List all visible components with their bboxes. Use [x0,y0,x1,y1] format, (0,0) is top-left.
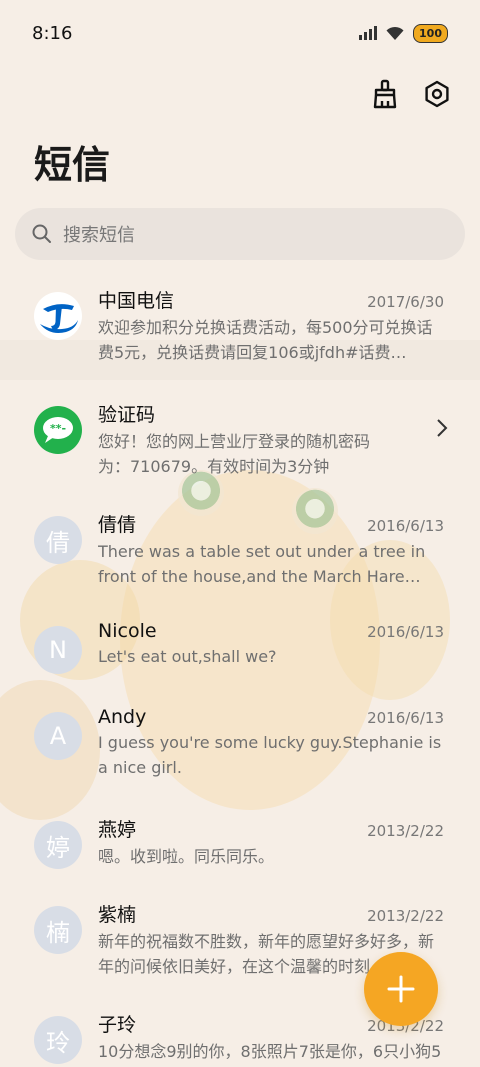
message-date: 2016/6/13 [367,709,444,727]
conversation-item[interactable]: 婷 燕婷 2013/2/22 嗯。收到啦。同乐同乐。 [0,803,480,888]
contact-avatar: 玲 [34,1016,82,1064]
status-time: 8:16 [32,22,73,44]
message-preview: There was a table set out under a tree i… [98,542,426,586]
message-date: 2013/2/22 [367,822,444,840]
message-date: 2016/6/13 [367,517,444,535]
message-preview: 欢迎参加积分兑换话费活动，每500分可兑换话费5元，兑换话费请回复106或jfd… [98,318,433,362]
conversation-item[interactable]: A Andy 2016/6/13 I guess you're some luc… [0,694,480,803]
message-date: 2013/2/22 [367,907,444,925]
china-telecom-logo [34,292,82,340]
sender-name: 倩倩 [98,514,137,536]
conversation-item[interactable]: 中国电信 2017/6/30 欢迎参加积分兑换话费活动，每500分可兑换话费5元… [0,278,480,388]
clean-broom-button[interactable] [368,77,402,111]
contact-avatar: 婷 [34,821,82,869]
message-preview: 嗯。收到啦。同乐同乐。 [98,847,275,866]
svg-text:**-: **- [50,422,66,435]
battery-indicator: 100 [413,23,448,43]
message-preview: 10分想念9别的你，8张照片7张是你，6只小狗5只像你，4根骨头3根归你，2瓜着… [98,1042,442,1061]
search-icon [32,224,51,243]
sender-name: 验证码 [98,404,156,426]
message-date: 2017/6/30 [367,293,444,311]
sender-name: 子玲 [98,1014,137,1036]
chevron-right-icon [437,419,448,437]
message-preview: Let's eat out,shall we? [98,647,277,666]
message-preview: I guess you're some lucky guy.Stephanie … [98,733,442,777]
settings-button[interactable] [420,77,454,111]
page-title: 短信 [34,143,111,187]
message-code-icon: **- [34,406,82,454]
status-bar: 8:16 100 [0,0,480,66]
new-message-button[interactable] [364,952,438,1026]
plus-icon [387,975,415,1003]
conversation-item[interactable]: 倩 倩倩 2016/6/13 There was a table set out… [0,498,480,608]
sender-name: Nicole [98,620,157,642]
message-preview: 您好！您的网上营业厅登录的随机密码为：710679。有效时间为3分钟 [98,432,371,476]
sender-name: Andy [98,706,147,728]
contact-avatar: N [34,626,82,674]
search-bar[interactable]: 搜索短信 [15,208,465,260]
message-date: 2016/6/13 [367,623,444,641]
gear-icon [425,80,449,108]
signal-icon [359,26,378,40]
search-placeholder: 搜索短信 [63,225,135,246]
broom-icon [373,79,397,109]
sender-name: 燕婷 [98,819,137,841]
contact-avatar: 楠 [34,906,82,954]
wifi-icon [386,26,404,40]
conversation-list: 中国电信 2017/6/30 欢迎参加积分兑换话费活动，每500分可兑换话费5元… [0,278,480,1067]
conversation-item[interactable]: N Nicole 2016/6/13 Let's eat out,shall w… [0,608,480,694]
sender-name: 中国电信 [98,290,175,312]
contact-avatar: A [34,712,82,760]
conversation-item[interactable]: **- 验证码 您好！您的网上营业厅登录的随机密码为：710679。有效时间为3… [0,388,480,498]
contact-avatar: 倩 [34,516,82,564]
sender-name: 紫楠 [98,904,137,926]
